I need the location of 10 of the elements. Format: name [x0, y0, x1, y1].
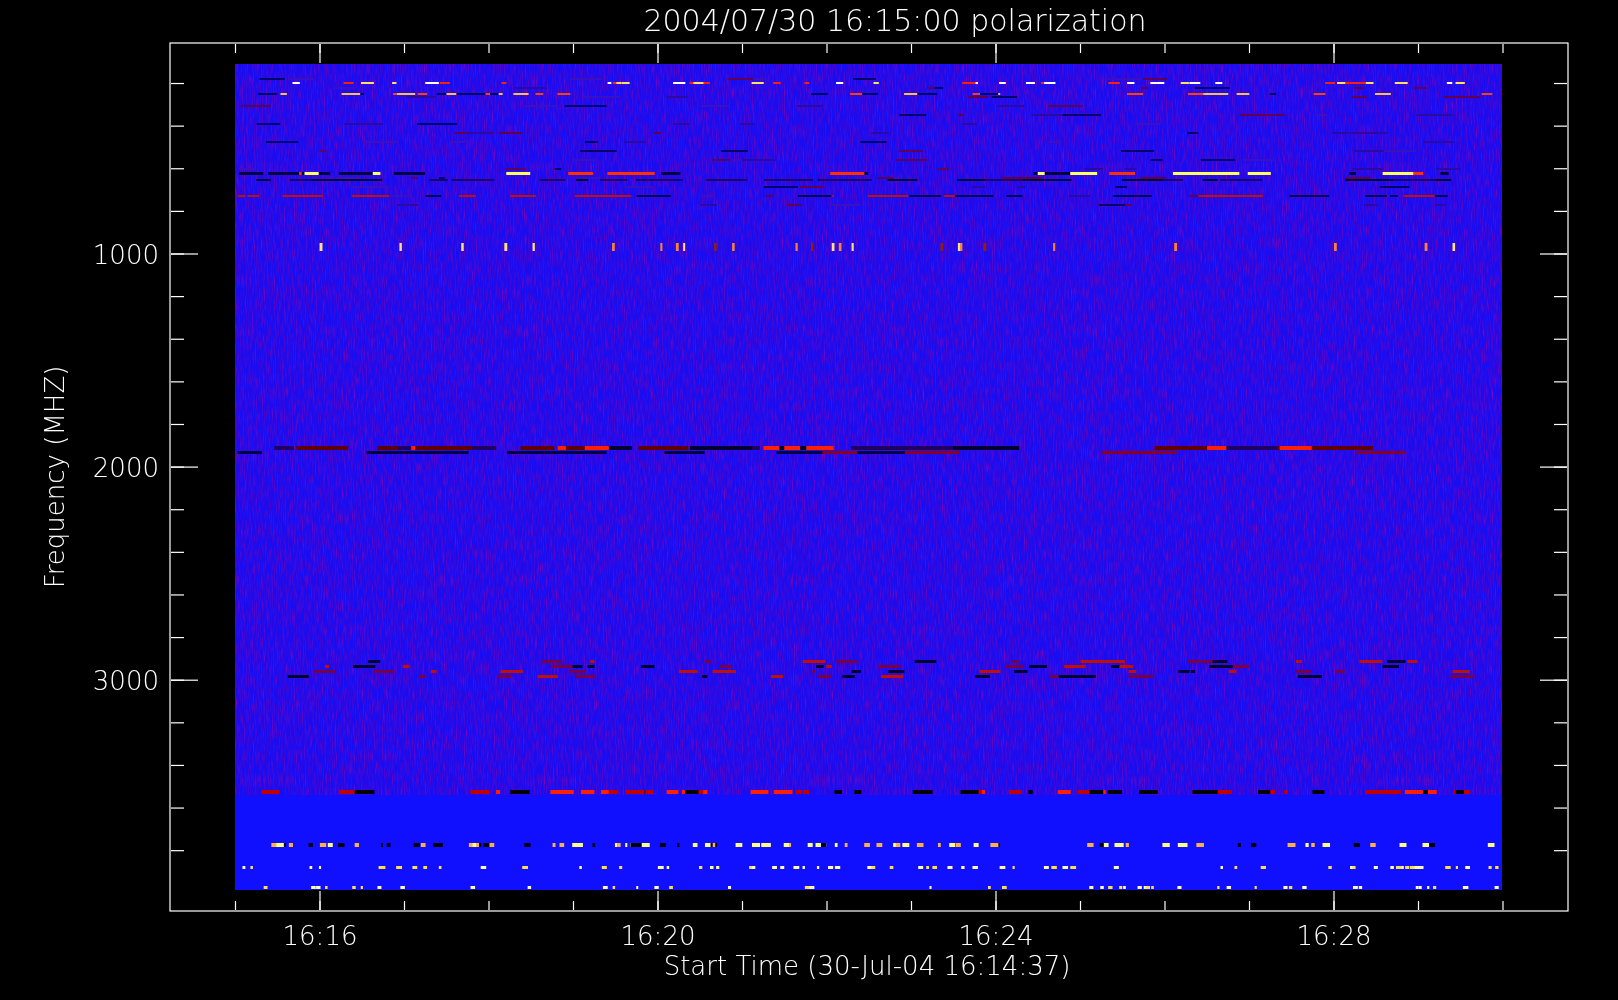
x-tick-label: 16:20	[620, 921, 696, 951]
y-tick-label: 2000	[92, 453, 159, 484]
plot-title: 2004/07/30 16:15:00 polarization	[643, 3, 1147, 38]
y-tick-label: 1000	[92, 240, 159, 270]
x-axis-label: Start Time (30-Jul-04 16:14:37)	[663, 951, 1071, 981]
y-axis-label: Frequency (MHZ)	[40, 365, 70, 589]
x-tick-label: 16:16	[282, 921, 358, 951]
y-tick-label: 3000	[92, 666, 159, 697]
x-tick-label: 16:28	[1296, 921, 1372, 951]
x-tick-label: 16:24	[958, 921, 1034, 951]
